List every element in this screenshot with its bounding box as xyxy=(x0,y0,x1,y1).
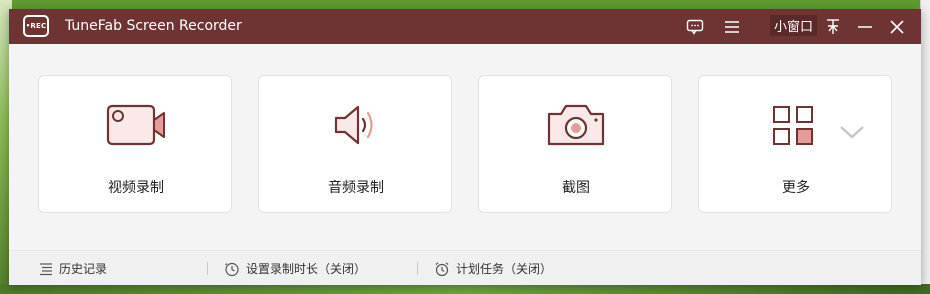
footer-divider xyxy=(417,262,418,275)
minimize-icon[interactable] xyxy=(855,9,875,44)
alarm-clock-icon xyxy=(435,261,449,276)
mini-window-label: 小窗口 xyxy=(774,20,814,35)
camera-icon xyxy=(479,100,673,160)
video-record-card[interactable]: 视频录制 xyxy=(38,75,232,213)
video-camera-icon xyxy=(39,100,233,160)
main-panel: 视频录制 音频录制 截图 更多 xyxy=(9,44,921,250)
more-label: 更多 xyxy=(782,180,810,196)
history-button[interactable]: 历史记录 xyxy=(39,260,107,277)
logo-text: •REC xyxy=(25,22,47,30)
schedule-task-button[interactable]: 计划任务（关闭） xyxy=(434,260,552,277)
history-label: 历史记录 xyxy=(59,262,108,276)
desktop-background-bottom xyxy=(0,284,930,294)
title-bar: •REC TuneFab Screen Recorder 小窗口 xyxy=(9,9,921,44)
clock-icon xyxy=(225,262,239,276)
record-timer-label: 设置录制时长（关闭） xyxy=(246,262,367,276)
status-bar: 历史记录 设置录制时长（关闭） 计划任务（关闭） xyxy=(9,250,921,285)
desktop-background-right xyxy=(920,0,930,294)
schedule-task-label: 计划任务（关闭） xyxy=(456,262,553,276)
audio-record-label: 音频录制 xyxy=(328,180,384,196)
video-record-label: 视频录制 xyxy=(108,180,164,196)
chat-icon[interactable] xyxy=(685,9,705,44)
menu-icon[interactable] xyxy=(722,9,742,44)
close-icon[interactable] xyxy=(887,9,907,44)
mini-window-button[interactable]: 小窗口 xyxy=(770,15,818,36)
app-logo: •REC xyxy=(23,15,49,37)
footer-divider xyxy=(207,262,208,275)
screenshot-card[interactable]: 截图 xyxy=(478,75,672,213)
pin-icon[interactable] xyxy=(823,9,843,44)
more-card[interactable]: 更多 xyxy=(698,75,892,213)
chevron-down-icon[interactable] xyxy=(839,124,865,144)
speaker-icon xyxy=(259,100,453,160)
screenshot-label: 截图 xyxy=(562,180,590,196)
record-timer-button[interactable]: 设置录制时长（关闭） xyxy=(224,260,366,277)
audio-record-card[interactable]: 音频录制 xyxy=(258,75,452,213)
app-window: •REC TuneFab Screen Recorder 小窗口 视频录制 音频… xyxy=(9,9,921,285)
app-title: TuneFab Screen Recorder xyxy=(65,18,242,34)
history-list-icon xyxy=(40,262,52,275)
